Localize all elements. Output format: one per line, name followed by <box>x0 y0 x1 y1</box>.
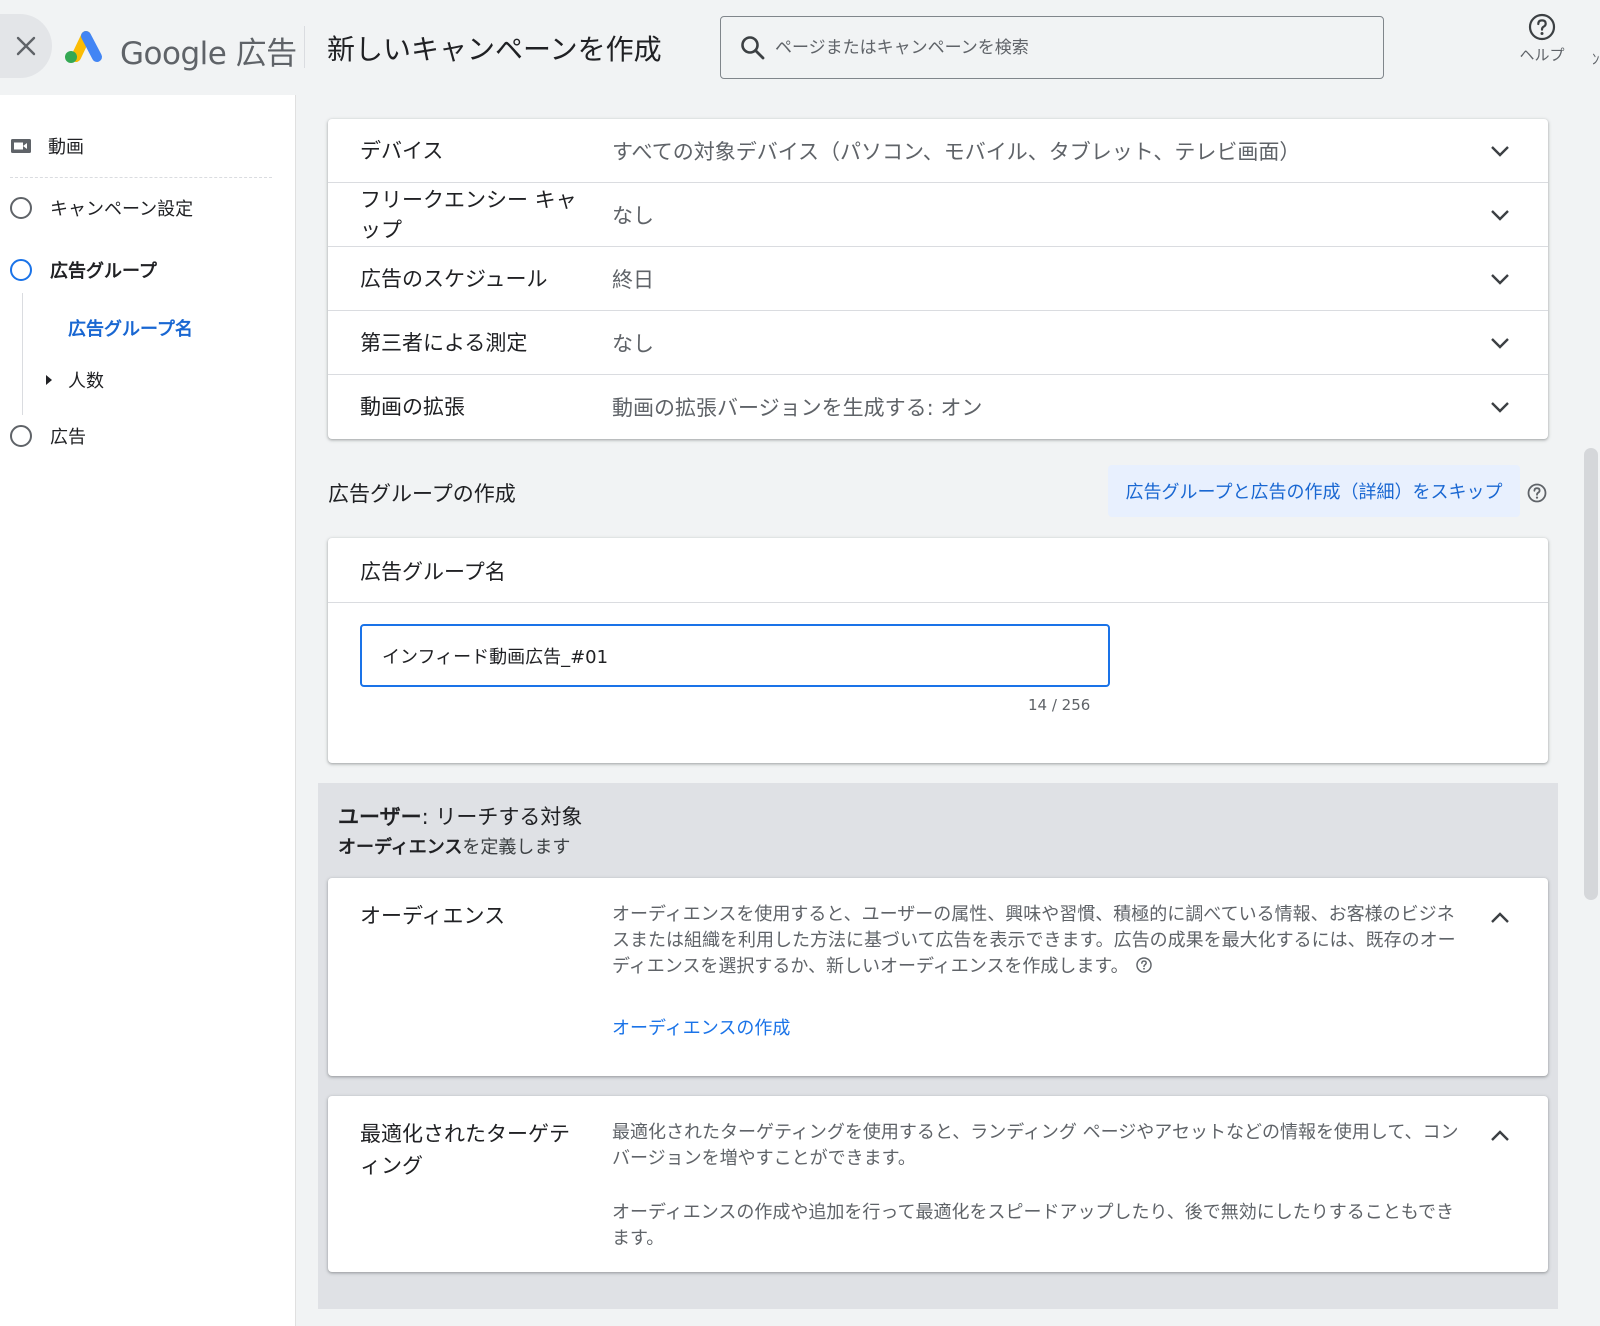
header-divider <box>304 26 305 68</box>
ad-group-name-label: 広告グループ名 <box>360 560 506 584</box>
sidebar: 動画 キャンペーン設定 広告グループ 広告グループ名 人数 広告 <box>0 95 296 1326</box>
setting-value: すべての対象デバイス（パソコン、モバイル、タブレット、テレビ画面） <box>612 139 1301 164</box>
step-circle-icon <box>10 425 32 447</box>
targeting-description-1: 最適化されたターゲティングを使用すると、ランディング ページやアセットなどの情報… <box>612 1122 1459 1169</box>
caret-right-icon <box>46 375 52 385</box>
optimized-targeting-card: 最適化されたターゲティング 最適化されたターゲティングを使用すると、ランディング… <box>328 1096 1548 1272</box>
chevron-down-icon[interactable] <box>1488 395 1512 419</box>
search-icon <box>741 36 765 60</box>
campaign-settings-card: デバイス すべての対象デバイス（パソコン、モバイル、タブレット、テレビ画面） フ… <box>328 119 1548 439</box>
sidebar-subitem-ad-group-name[interactable]: 広告グループ名 <box>68 315 193 341</box>
sidebar-item-label: 広告グループ <box>50 261 157 282</box>
step-circle-icon <box>10 197 32 219</box>
sidebar-item-label: キャンペーン設定 <box>50 199 194 220</box>
create-audience-link[interactable]: オーディエンスの作成 <box>612 1014 790 1040</box>
sidebar-item-label: 人数 <box>68 371 104 392</box>
skip-ad-group-button[interactable]: 広告グループと広告の作成（詳細）をスキップ <box>1108 465 1520 517</box>
audience-card: オーディエンス オーディエンスを使用すると、ユーザーの属性、興味や習慣、積極的に… <box>328 878 1548 1076</box>
setting-value: 動画の拡張バージョンを生成する: オン <box>612 396 983 420</box>
char-counter: 14 / 256 <box>1028 696 1091 714</box>
video-camera-icon <box>11 139 31 153</box>
sidebar-item-label: 動画 <box>48 137 84 158</box>
users-sub-rest: を定義します <box>462 837 571 858</box>
setting-row-frequency-cap[interactable]: フリークエンシー キャップ なし <box>328 183 1548 247</box>
sidebar-item-ads[interactable]: 広告 <box>10 423 86 449</box>
users-title-rest: : リーチする対象 <box>421 805 583 829</box>
section-title: 広告グループの作成 <box>328 482 516 506</box>
chevron-down-icon[interactable] <box>1488 331 1512 355</box>
sidebar-tree-line <box>22 293 23 415</box>
top-bar: Google 広告 新しいキャンペーンを作成 ヘルプ ﾝ <box>0 0 1600 95</box>
sidebar-item-label: 広告グループ名 <box>68 319 193 340</box>
sidebar-item-campaign-settings[interactable]: キャンペーン設定 <box>10 195 193 221</box>
chevron-down-icon[interactable] <box>1488 139 1512 163</box>
help-icon[interactable] <box>1526 482 1548 504</box>
setting-row-ad-schedule[interactable]: 広告のスケジュール 終日 <box>328 247 1548 311</box>
setting-label: 広告のスケジュール <box>360 266 548 291</box>
setting-label: フリークエンシー キャップ <box>360 187 577 242</box>
setting-row-video-enhancement[interactable]: 動画の拡張 動画の拡張バージョンを生成する: オン <box>328 375 1548 439</box>
google-ads-logo-icon <box>65 31 102 63</box>
sidebar-divider <box>10 177 272 178</box>
audience-description: オーディエンスを使用すると、ユーザーの属性、興味や習慣、積極的に調べている情報、… <box>612 902 1462 980</box>
users-sub-bold: オーディエンス <box>338 837 463 858</box>
chevron-down-icon[interactable] <box>1488 267 1512 291</box>
setting-label: 第三者による測定 <box>360 330 528 355</box>
setting-label: デバイス <box>360 138 444 163</box>
setting-value: なし <box>612 203 654 228</box>
sidebar-item-video[interactable]: 動画 <box>10 133 84 159</box>
targeting-description-2: オーディエンスの作成や追加を行って最適化をスピードアップしたり、後で無効にしたり… <box>612 1202 1455 1249</box>
sidebar-item-ad-group[interactable]: 広告グループ <box>10 257 157 283</box>
targeting-label: 最適化されたターゲティング <box>360 1122 570 1178</box>
ad-group-name-header: 広告グループ名 <box>328 538 1548 603</box>
scrollbar[interactable] <box>1584 448 1598 900</box>
help-icon[interactable] <box>1135 956 1153 974</box>
help-button[interactable]: ヘルプ <box>1512 12 1572 74</box>
offscreen-label: ﾝ <box>1592 50 1600 68</box>
close-button[interactable] <box>0 14 52 78</box>
search-input[interactable] <box>775 31 1365 65</box>
ad-group-name-card: 広告グループ名 14 / 256 <box>328 538 1548 763</box>
close-icon <box>16 36 36 56</box>
setting-value: なし <box>612 331 654 356</box>
setting-label: 動画の拡張 <box>360 395 465 419</box>
chevron-up-icon[interactable] <box>1488 906 1512 930</box>
setting-value: 終日 <box>612 267 654 292</box>
setting-row-devices[interactable]: デバイス すべての対象デバイス（パソコン、モバイル、タブレット、テレビ画面） <box>328 119 1548 183</box>
users-section-title: ユーザー: リーチする対象 <box>338 801 582 831</box>
sidebar-item-label: 広告 <box>50 427 86 448</box>
setting-row-third-party-measurement[interactable]: 第三者による測定 なし <box>328 311 1548 375</box>
users-title-bold: ユーザー <box>338 805 422 829</box>
ad-group-name-field[interactable] <box>360 624 1110 687</box>
chevron-up-icon[interactable] <box>1488 1124 1512 1148</box>
help-icon <box>1528 13 1556 41</box>
page-title: 新しいキャンペーンを作成 <box>327 33 662 66</box>
audience-description-text: オーディエンスを使用すると、ユーザーの属性、興味や習慣、積極的に調べている情報、… <box>612 904 1456 977</box>
logo-text: Google 広告 <box>120 36 297 72</box>
chevron-down-icon[interactable] <box>1488 203 1512 227</box>
ad-group-name-input[interactable] <box>382 640 1082 672</box>
help-label: ヘルプ <box>1519 46 1565 64</box>
search-box[interactable] <box>720 16 1384 79</box>
sidebar-subitem-people[interactable]: 人数 <box>44 367 104 393</box>
audience-label: オーディエンス <box>360 904 506 928</box>
users-section-subtitle: オーディエンスを定義します <box>338 833 570 859</box>
step-circle-active-icon <box>10 259 32 281</box>
